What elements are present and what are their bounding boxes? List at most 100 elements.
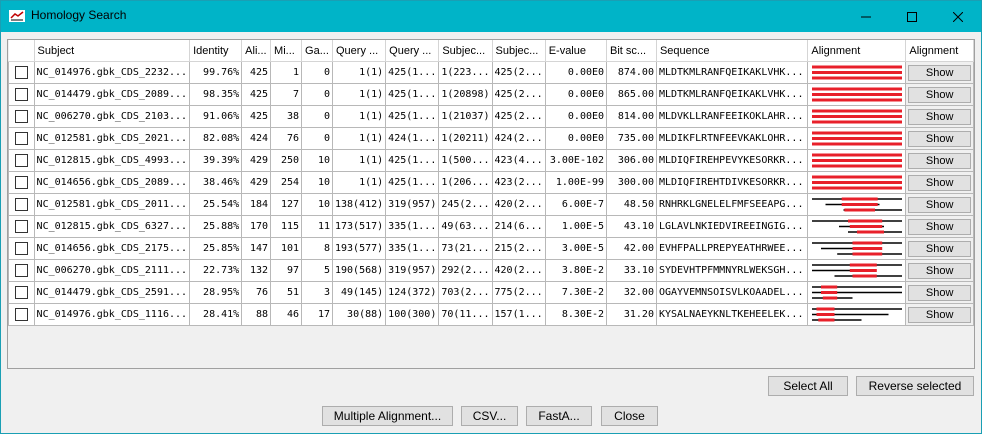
bit-score-cell: 874.00 (606, 61, 657, 84)
column-header-select[interactable] (8, 40, 35, 62)
table-row[interactable]: NC_014976.gbk_CDS_2232... 99.76% 425 1 0 1(1)… (8, 61, 974, 84)
minimize-button[interactable] (843, 1, 889, 32)
table-row[interactable]: NC_006270.gbk_CDS_2103... 91.06% 425 38 0 1(1… (8, 105, 974, 128)
table-row[interactable]: NC_006270.gbk_CDS_2111... 22.73% 132 97 5 190… (8, 259, 974, 282)
column-header-bit-score[interactable]: Bit sc... (606, 40, 657, 62)
fasta-button[interactable]: FastA... (526, 406, 592, 426)
table-row[interactable]: NC_014479.gbk_CDS_2591... 28.95% 76 51 3 49(1… (8, 281, 974, 304)
reverse-selected-button[interactable]: Reverse selected (856, 376, 974, 396)
subject-cell: NC_014976.gbk_CDS_2232... (33, 61, 191, 84)
row-checkbox[interactable] (14, 264, 28, 277)
select-all-button[interactable]: Select All (768, 376, 848, 396)
subject-end-cell: 157(1... (491, 303, 546, 326)
identity-cell: 39.39% (189, 149, 243, 172)
minimize-icon (861, 16, 871, 17)
table-row[interactable]: NC_014479.gbk_CDS_2089... 98.35% 425 7 0 1(1)… (8, 83, 974, 106)
show-cell: Show (905, 215, 974, 238)
e-value-cell: 6.00E-7 (544, 193, 608, 216)
subject-end-cell: 424(2... (491, 127, 546, 150)
bit-score-cell: 31.20 (606, 303, 657, 326)
table-row[interactable]: NC_012815.gbk_CDS_4993... 39.39% 429 250 10 1… (8, 149, 974, 172)
show-alignment-button[interactable]: Show (908, 130, 971, 147)
query-end-cell: 425(1... (385, 83, 440, 106)
row-checkbox[interactable] (14, 220, 28, 233)
row-checkbox[interactable] (14, 88, 28, 101)
show-alignment-button[interactable]: Show (908, 196, 971, 213)
subject-cell: NC_014479.gbk_CDS_2089... (33, 83, 191, 106)
gaps-cell: 0 (301, 61, 333, 84)
table-row[interactable]: NC_014656.gbk_CDS_2089... 38.46% 429 254 10 1… (8, 171, 974, 194)
subject-start-cell: 703(2... (438, 281, 493, 304)
column-header-alignment[interactable]: Alignment (807, 40, 907, 62)
table-row[interactable]: NC_014976.gbk_CDS_1116... 28.41% 88 46 17 30(… (8, 303, 974, 326)
row-checkbox[interactable] (14, 154, 28, 167)
show-alignment-button[interactable]: Show (908, 284, 971, 301)
alignment-match-segment (812, 65, 903, 69)
row-checkbox[interactable] (14, 286, 28, 299)
multiple-alignment-button[interactable]: Multiple Alignment... (322, 406, 453, 426)
column-header-gaps[interactable]: Ga... (301, 40, 333, 62)
query-start-cell: 173(517) (331, 215, 387, 238)
show-alignment-button[interactable]: Show (908, 240, 971, 257)
row-checkbox[interactable] (14, 242, 28, 255)
alignment-cell (807, 237, 907, 260)
alignment-match-segment (852, 241, 883, 245)
column-header-alignment-action[interactable]: Alignment (905, 40, 974, 62)
column-header-query-start[interactable]: Query ... (332, 40, 387, 62)
show-alignment-button[interactable]: Show (908, 174, 971, 191)
column-header-e-value[interactable]: E-value (545, 40, 608, 62)
gaps-cell: 5 (301, 259, 333, 282)
identity-cell: 99.76% (189, 61, 243, 84)
table-row[interactable]: NC_012815.gbk_CDS_6327... 25.88% 170 115 11 1… (8, 215, 974, 238)
subject-end-cell: 775(2... (491, 281, 546, 304)
show-alignment-button[interactable]: Show (908, 262, 971, 279)
subject-end-cell: 425(2... (491, 83, 546, 106)
query-end-cell: 319(957) (385, 259, 440, 282)
show-alignment-button[interactable]: Show (908, 108, 971, 125)
show-alignment-button[interactable]: Show (908, 64, 971, 81)
alignment-cell (807, 149, 907, 172)
query-end-cell: 425(1... (385, 61, 440, 84)
row-checkbox[interactable] (14, 198, 28, 211)
row-checkbox[interactable] (14, 66, 28, 79)
column-header-identity[interactable]: Identity (189, 40, 243, 62)
maximize-button[interactable] (889, 1, 935, 32)
query-start-cell: 1(1) (331, 171, 387, 194)
show-alignment-button[interactable]: Show (908, 86, 971, 103)
sequence-cell: MLDIQFIREHTDIVKESORKR... (655, 171, 809, 194)
identity-cell: 28.95% (189, 281, 243, 304)
csv-button[interactable]: CSV... (461, 406, 518, 426)
column-header-query-end[interactable]: Query ... (385, 40, 440, 62)
column-header-sequence[interactable]: Sequence (656, 40, 809, 62)
query-start-cell: 49(145) (331, 281, 387, 304)
alignment-graphic (812, 263, 903, 278)
subject-end-cell: 423(2... (491, 171, 546, 194)
column-header-alignment-length[interactable]: Ali... (241, 40, 272, 62)
column-header-subject-start[interactable]: Subjec... (438, 40, 493, 62)
table-row[interactable]: NC_012581.gbk_CDS_2021... 82.08% 424 76 0 1(1… (8, 127, 974, 150)
alignment-length-cell: 425 (241, 83, 272, 106)
show-alignment-button[interactable]: Show (908, 218, 971, 235)
column-header-subject[interactable]: Subject (34, 40, 191, 62)
subject-cell: NC_006270.gbk_CDS_2103... (33, 105, 191, 128)
show-cell: Show (905, 237, 974, 260)
identity-cell: 91.06% (189, 105, 243, 128)
table-row[interactable]: NC_014656.gbk_CDS_2175... 25.85% 147 101 8 19… (8, 237, 974, 260)
show-alignment-button[interactable]: Show (908, 306, 971, 323)
show-alignment-button[interactable]: Show (908, 152, 971, 169)
title-bar[interactable]: Homology Search (1, 1, 981, 32)
row-checkbox[interactable] (14, 176, 28, 189)
row-checkbox[interactable] (14, 308, 28, 321)
column-header-subject-end[interactable]: Subjec... (492, 40, 546, 62)
row-checkbox[interactable] (14, 110, 28, 123)
table-row[interactable]: NC_012581.gbk_CDS_2011... 25.54% 184 127 10 1… (8, 193, 974, 216)
close-window-button[interactable] (935, 1, 981, 32)
gaps-cell: 11 (301, 215, 333, 238)
mismatches-cell: 115 (270, 215, 303, 238)
subject-end-cell: 425(2... (491, 61, 546, 84)
column-header-mismatches[interactable]: Mi... (270, 40, 303, 62)
results-grid[interactable]: Subject Identity Ali... Mi... Ga... Query ...… (7, 39, 975, 369)
row-checkbox[interactable] (14, 132, 28, 145)
close-button[interactable]: Close (601, 406, 658, 426)
query-start-cell: 1(1) (331, 127, 387, 150)
